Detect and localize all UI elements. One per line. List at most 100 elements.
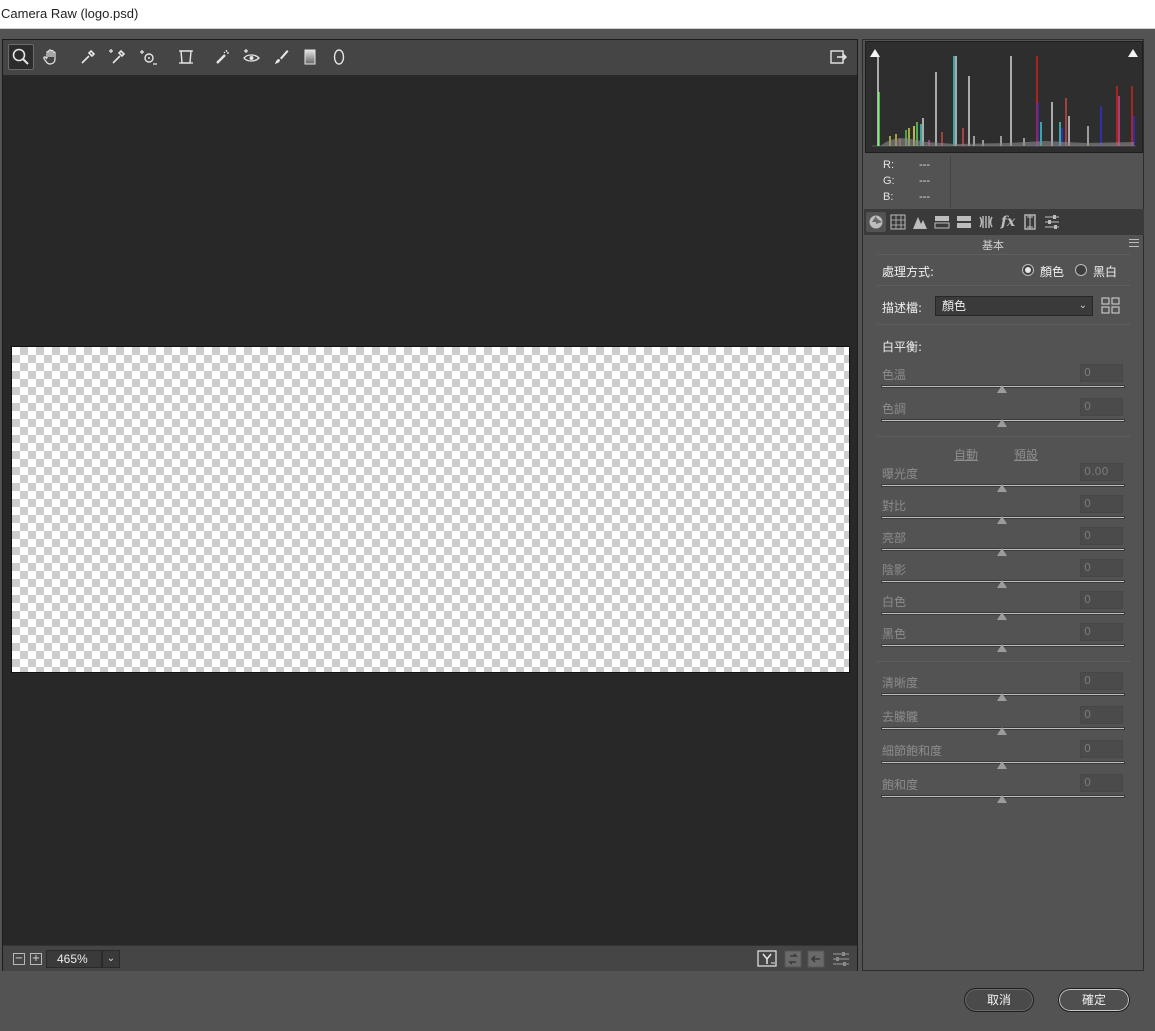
copy-icon [807,950,825,968]
tool-bar [3,40,857,75]
g-value: --- [919,175,930,187]
highlights-slider-thumb[interactable] [997,548,1007,556]
temp-value[interactable]: 0 [1080,364,1123,382]
cancel-button[interactable]: 取消 [964,988,1034,1012]
treatment-color-label[interactable]: 顏色 [1040,263,1064,280]
transform-tool[interactable] [173,44,199,70]
spot-removal-tool[interactable] [210,44,236,70]
b-label: B: [883,191,894,203]
tab-presets[interactable] [1042,212,1062,232]
tab-basic[interactable] [866,212,886,232]
default-link[interactable]: 預設 [1014,446,1038,463]
swap-icon [784,950,802,968]
vibrance-slider-thumb[interactable] [997,761,1007,769]
graduated-filter[interactable] [297,44,323,70]
saturation-slider-thumb[interactable] [997,795,1007,803]
zoom-in-button[interactable]: + [30,953,42,965]
exposure-value[interactable]: 0.00 [1080,463,1123,481]
highlights-value[interactable]: 0 [1080,527,1123,545]
treatment-color-radio[interactable] [1022,264,1034,276]
preferences-button[interactable] [825,44,851,70]
shadow-clipping-warning-icon[interactable] [869,43,880,57]
zoom-out-button[interactable]: − [13,953,25,965]
lens-icon [979,216,993,228]
tab-split-toning[interactable] [954,212,974,232]
film-icon [1024,214,1036,230]
clarity-value[interactable]: 0 [1080,672,1123,690]
treatment-bw-radio[interactable] [1075,264,1087,276]
targeted-adjustment-tool[interactable] [135,44,161,70]
settings-sliders-icon [1045,215,1059,229]
spot-removal-icon [216,49,229,64]
dehaze-slider-thumb[interactable] [997,727,1007,735]
exposure-slider-thumb[interactable] [997,484,1007,492]
color-sampler-tool[interactable] [104,44,130,70]
hsl-icon [934,216,950,229]
magnifier-icon [12,48,29,65]
g-label: G: [883,175,895,187]
red-eye-icon [243,49,260,62]
tint-slider-thumb[interactable] [997,419,1007,427]
tab-lens-corrections[interactable] [976,212,996,232]
aperture-icon [869,215,883,229]
profile-browser-button[interactable] [1101,297,1121,315]
separator [877,285,1130,286]
shadows-slider-thumb[interactable] [997,580,1007,588]
tint-value[interactable]: 0 [1080,398,1123,416]
highlight-clipping-warning-icon[interactable] [1127,43,1139,57]
chevron-down-icon: ⌄ [1078,300,1087,311]
split-toning-icon [957,216,971,228]
contrast-slider-thumb[interactable] [997,516,1007,524]
copy-settings-button[interactable] [806,950,826,968]
view-settings-button[interactable] [831,950,851,968]
clarity-label: 清晰度 [882,676,919,690]
blacks-value[interactable]: 0 [1080,623,1123,641]
zoom-level[interactable]: 465% [46,950,102,968]
status-bar: − + 465% ⌄ [3,945,857,971]
tab-hsl[interactable] [932,212,952,232]
profile-select[interactable]: 顏色 ⌄ [935,296,1093,316]
tab-calibration[interactable] [1020,212,1040,232]
dehaze-value[interactable]: 0 [1080,706,1123,724]
adjustment-brush[interactable] [268,44,294,70]
fx-icon: fx [1000,214,1016,230]
mountains-icon [913,217,927,229]
zoom-dropdown[interactable]: ⌄ [102,950,120,968]
tab-tone-curve[interactable] [888,212,908,232]
saturation-value[interactable]: 0 [1080,774,1123,792]
y-view-icon [757,950,777,967]
profile-value: 顏色 [942,299,967,313]
vibrance-value[interactable]: 0 [1080,740,1123,758]
eyedropper-icon [81,49,96,64]
ok-button[interactable]: 確定 [1058,988,1130,1012]
whites-value[interactable]: 0 [1080,591,1123,609]
chevron-down-icon: ⌄ [106,953,116,964]
whites-label: 白色 [882,595,907,609]
separator [877,661,1130,662]
radial-filter[interactable] [326,44,352,70]
hand-tool[interactable] [38,44,64,70]
before-after-toggle[interactable] [757,950,777,968]
temp-slider-thumb[interactable] [997,385,1007,393]
blacks-slider-thumb[interactable] [997,644,1007,652]
clarity-slider-thumb[interactable] [997,693,1007,701]
white-balance-tool[interactable] [75,44,101,70]
image-canvas[interactable] [11,346,850,673]
contrast-value[interactable]: 0 [1080,495,1123,513]
shadows-value[interactable]: 0 [1080,559,1123,577]
red-eye-tool[interactable] [239,44,265,70]
panel-menu-icon[interactable] [1129,239,1139,247]
divider [950,156,951,208]
tab-detail[interactable] [910,212,930,232]
treatment-bw-label[interactable]: 黑白 [1093,263,1117,280]
tab-effects[interactable]: fx [998,212,1018,232]
treatment-label: 處理方式: [882,265,935,279]
rgb-readout: R: --- G: --- B: --- [883,157,930,205]
r-value: --- [919,159,930,171]
title-bar: Camera Raw (logo.psd) [0,0,1155,29]
swap-settings-button[interactable] [783,950,803,968]
whites-slider-thumb[interactable] [997,612,1007,620]
auto-link[interactable]: 自動 [954,446,978,463]
panel-title: 基本 [982,239,1004,252]
zoom-tool[interactable] [8,44,34,70]
